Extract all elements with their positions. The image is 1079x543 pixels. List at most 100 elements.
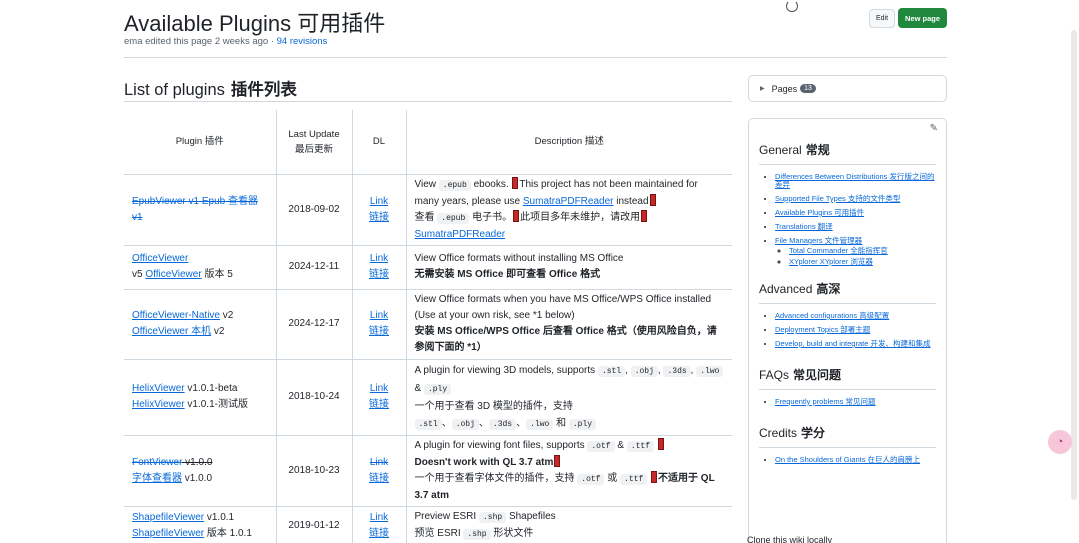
col-header-last-update: Last Update 最后更新 [275,110,353,175]
pencil-icon[interactable]: ✎ [930,123,938,134]
plugin-cell: OfficeViewer v5 OfficeViewer 版本 5 [124,244,277,290]
dl-link-cn[interactable]: 链接 [361,267,398,283]
list-item: Differences Between Distributions 发行版之间的… [775,173,936,189]
sidebar-link[interactable]: Deployment Topics 部署主题 [775,325,870,334]
heading-cn: 学分 [801,426,826,440]
plugin-link[interactable]: HelixViewer [132,383,185,394]
table-row: OfficeViewer-Native v2 OfficeViewer 本机 v2… [124,288,732,360]
list-item: Total Commander 全能指挥官 [789,247,936,255]
desc-code: .3ds [488,418,517,430]
list-item: Available Plugins 可用插件 [775,209,936,217]
dl-link[interactable]: Link [361,381,398,397]
desc-code: .3ds [663,365,691,377]
revisions-link[interactable]: 94 revisions [277,36,328,47]
plugin-version-cn: v1.0.0 [182,472,213,484]
table-row: ShapefileViewer v1.0.1 ShapefileViewer 版本… [124,505,732,543]
dl-link-cn[interactable]: 链接 [361,526,398,542]
sidebar-link[interactable]: Translations 翻译 [775,222,833,231]
pages-toggle[interactable]: ▶ Pages 13 [748,75,947,102]
date-cell: 2024-12-11 [275,244,353,290]
plugin-link[interactable]: FontViewer [132,457,182,468]
desc-text-cn: 电子书。 [469,211,513,223]
plugin-link-cn[interactable]: HelixViewer [132,399,185,410]
sumatra-link[interactable]: SumatraPDFReader [523,196,614,207]
date-cell: 2018-10-24 [275,358,353,436]
clone-wiki-label: Clone this wiki locally [747,535,833,543]
dl-link[interactable]: Link [361,455,398,471]
sumatra-link-cn[interactable]: SumatraPDFReader [415,229,506,240]
date-cell: 2024-12-17 [275,288,353,360]
edit-button[interactable]: Edit [869,9,895,28]
dl-link-cn[interactable]: 链接 [361,397,398,413]
sidebar-link[interactable]: Frequently problems 常见问题 [775,397,875,406]
sidebar-link[interactable]: Advanced configurations 高级配置 [775,311,889,320]
desc-text-cn: 预览 ESRI [414,528,464,539]
scrollbar[interactable] [1071,30,1077,500]
plugin-link[interactable]: OfficeViewer-Native [132,310,220,321]
plugin-link-cn[interactable]: OfficeViewer [145,269,201,280]
plugin-link-cn[interactable]: OfficeViewer 本机 [132,326,211,337]
floating-assistant-icon[interactable]: ◔ [1048,430,1072,454]
list-item: Deployment Topics 部署主题 [775,326,936,334]
desc-text: Preview ESRI [414,511,479,522]
col-header-description: Description 描述 [405,110,732,175]
meta-text: ema edited this page 2 weeks ago · [124,36,277,47]
faqs-list: Frequently problems 常见问题 [759,398,936,406]
list-item: File Managers 文件管理器 Total Commander 全能指挥… [775,237,936,266]
dl-cell: Link 链接 [351,434,407,507]
plugin-version: v5 [132,269,146,280]
plugin-link-cn[interactable]: 字体查看器 [132,473,182,484]
desc-code: .epub [438,179,471,191]
list-item: Advanced configurations 高级配置 [775,312,936,320]
dl-link[interactable]: Link [361,510,398,526]
heading-en: Advanced [759,282,813,296]
section-divider [124,101,732,102]
description-cell: Preview ESRI .shp Shapefiles 预览 ESRI .shp… [405,505,732,543]
sidebar-heading-faqs: FAQs 常见问题 [759,366,936,390]
dl-cell: Link 链接 [351,505,407,543]
dl-link-cn[interactable]: 链接 [361,471,398,487]
desc-text: Shapefiles [506,511,556,522]
dl-link-cn[interactable]: 链接 [361,210,398,226]
sidebar-link[interactable]: Develop, build and integrate 开发、构建和集成 [775,339,930,348]
sidebar-link[interactable]: On the Shoulders of Giants 在巨人的肩膀上 [775,455,920,464]
sidebar-link[interactable]: Supported File Types 支持的文件类型 [775,194,900,203]
desc-code: .ply [568,418,597,430]
dl-link[interactable]: Link [361,308,398,324]
sidebar-heading-general: General 常规 [759,141,936,165]
sidebar-link[interactable]: Available Plugins 可用插件 [775,208,864,217]
dl-cell: Link 链接 [351,358,407,436]
sidebar-link[interactable]: File Managers 文件管理器 [775,236,862,245]
sidebar-link[interactable]: Differences Between Distributions 发行版之间的… [775,172,935,189]
sidebar-link[interactable]: XYplorer XYplorer 浏览器 [789,257,873,266]
desc-text: instead [613,195,649,207]
table-row: EpubViewer v1 Epub 查看器 v1 2018-09-02 Lin… [124,173,732,246]
dl-link[interactable]: Link [361,251,398,267]
plugin-link-cn[interactable]: ShapefileViewer [132,528,204,539]
desc-code: .obj [630,365,658,377]
desc-code: .epub [437,212,470,224]
sidebar-heading-advanced: Advanced 高深 [759,280,936,304]
col-header-dl: DL [351,110,407,175]
credits-list: On the Shoulders of Giants 在巨人的肩膀上 [759,456,936,464]
list-item: Supported File Types 支持的文件类型 [775,195,936,203]
plugin-version-cn: v2 [211,326,225,337]
sidebar-link[interactable]: Total Commander 全能指挥官 [789,246,888,255]
plugin-link[interactable]: OfficeViewer [132,253,188,264]
red-flag-icon [512,176,519,189]
plugin-cell: ShapefileViewer v1.0.1 ShapefileViewer 版本… [124,505,277,543]
date-cell: 2019-01-12 [275,505,353,543]
loading-cursor-icon [786,0,798,12]
desc-text-cn: 无需安装 MS Office 即可查看 Office 格式 [414,269,601,280]
desc-code: .otf [587,440,615,452]
plugin-version-cn: 版本 5 [201,269,233,280]
desc-text: ebooks. [470,178,512,190]
red-flag-icon [657,437,664,450]
new-page-button[interactable]: New page [898,8,947,28]
plugin-link[interactable]: EpubViewer v1 Epub 查看器 v1 [132,196,258,223]
dl-link[interactable]: Link [361,194,398,210]
plugin-link[interactable]: ShapefileViewer [132,512,204,523]
dl-link-cn[interactable]: 链接 [361,324,398,340]
section-title-cn: 插件列表 [230,81,297,99]
heading-cn: 常规 [805,143,830,157]
